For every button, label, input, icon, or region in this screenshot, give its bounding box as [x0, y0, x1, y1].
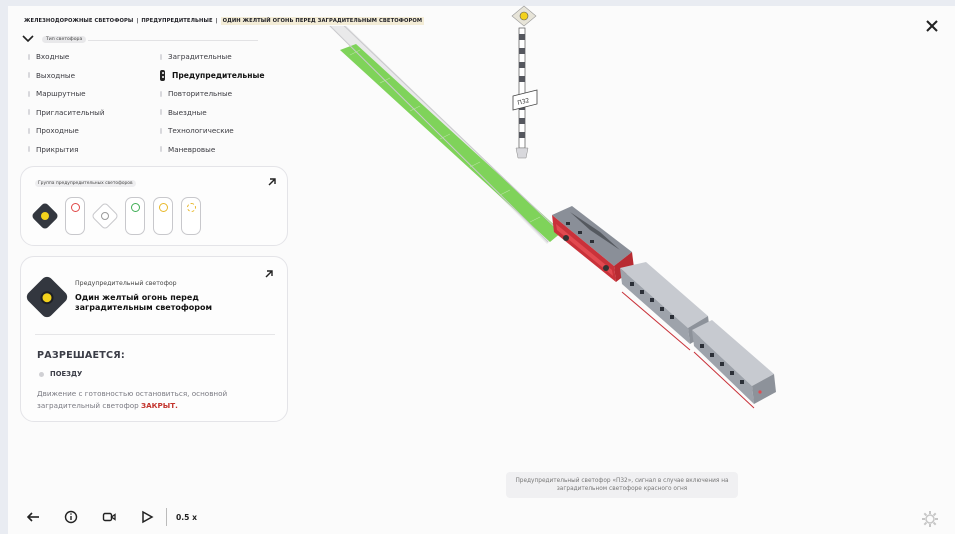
divider: [35, 334, 275, 335]
signal-variant-yellow-dashed[interactable]: [181, 197, 201, 235]
signal-variant-yellow-diamond[interactable]: [30, 201, 60, 231]
info-icon[interactable]: [64, 510, 78, 524]
signal-info-card: Предупредительный светофор Один желтый о…: [20, 256, 288, 422]
signal-variant-red[interactable]: [65, 197, 85, 235]
breadcrumb-separator: |: [215, 18, 218, 24]
type-item-manevrovye[interactable]: Маневровые: [160, 145, 270, 154]
filter-chip: Тип светофора: [42, 35, 87, 43]
type-item-vykhodnye[interactable]: Выходные: [28, 71, 160, 80]
type-item-prokhodnye[interactable]: Проходные: [28, 126, 160, 135]
type-item-priglasitelnyi[interactable]: Пригласительный: [28, 108, 160, 117]
speed-selector[interactable]: 0.5 x: [176, 513, 197, 522]
chevron-down-icon[interactable]: [22, 35, 34, 43]
signal-variant-grey-diamond[interactable]: [90, 201, 120, 231]
signal-group-card: Группа предупредительных светофоров: [20, 166, 288, 246]
signal-icon: [160, 69, 165, 81]
breadcrumb: ЖЕЛЕЗНОДОРОЖНЫЕ СВЕТОФОРЫ | ПРЕДУПРЕДИТЕ…: [22, 16, 427, 26]
signal-variants: [29, 197, 205, 235]
status-closed: ЗАКРЫТ.: [140, 401, 178, 410]
track: [322, 17, 562, 244]
divider: [88, 40, 258, 41]
settings-gear-icon[interactable]: [921, 510, 939, 528]
type-item-povtoritelnye[interactable]: Повторительные: [160, 89, 270, 98]
playback-controls: 0.5 x: [26, 508, 197, 526]
info-subtitle: Предупредительный светофор: [75, 280, 177, 287]
type-item-zagraditelnye[interactable]: Заградительные: [160, 52, 270, 61]
play-icon[interactable]: [140, 510, 154, 524]
allowed-description: Движение с готовностью остановиться, осн…: [37, 389, 228, 410]
type-item-vkhodnye[interactable]: Входные: [28, 52, 160, 61]
arrow-up-right-icon[interactable]: [264, 269, 274, 279]
type-item-tekhnologicheskie[interactable]: Технологические: [160, 126, 270, 135]
scene-caption: Предупредительный светофор «П32», сигнал…: [506, 472, 738, 498]
signal-type-list: Входные Заградительные Выходные Предупре…: [28, 52, 268, 154]
type-item-predupreditelnye[interactable]: Предупредительные: [160, 69, 270, 81]
signal-yellow-icon: [24, 274, 70, 320]
camera-icon[interactable]: [102, 510, 116, 524]
passenger-car: [692, 320, 776, 409]
breadcrumb-separator: |: [136, 18, 139, 24]
close-icon[interactable]: [924, 18, 940, 34]
arrow-up-right-icon[interactable]: [267, 177, 277, 187]
allowed-heading: РАЗРЕШАЕТСЯ:: [37, 350, 125, 361]
group-card-title: Группа предупредительных светофоров: [35, 180, 136, 187]
signal-mast: [511, 5, 538, 159]
signal-variant-green[interactable]: [125, 197, 145, 235]
breadcrumb-item[interactable]: ПРЕДУПРЕДИТЕЛЬНЫЕ: [141, 18, 212, 24]
type-item-marshrutnye[interactable]: Маршрутные: [28, 89, 160, 98]
breadcrumb-current: ОДИН ЖЕЛТЫЙ ОГОНЬ ПЕРЕД ЗАГРАДИТЕЛЬНЫМ С…: [220, 17, 425, 25]
type-item-vyezdnye[interactable]: Выездные: [160, 108, 270, 117]
signal-variant-yellow[interactable]: [153, 197, 173, 235]
allowed-item: ПОЕЗДУ: [39, 370, 82, 378]
back-arrow-icon[interactable]: [26, 510, 40, 524]
info-title: Один желтый огонь перед заградительным с…: [75, 293, 213, 312]
breadcrumb-item[interactable]: ЖЕЛЕЗНОДОРОЖНЫЕ СВЕТОФОРЫ: [24, 18, 133, 24]
filter-header[interactable]: Тип светофора: [22, 35, 87, 43]
type-item-prikrytiya[interactable]: Прикрытия: [28, 145, 160, 154]
divider: [166, 508, 167, 526]
